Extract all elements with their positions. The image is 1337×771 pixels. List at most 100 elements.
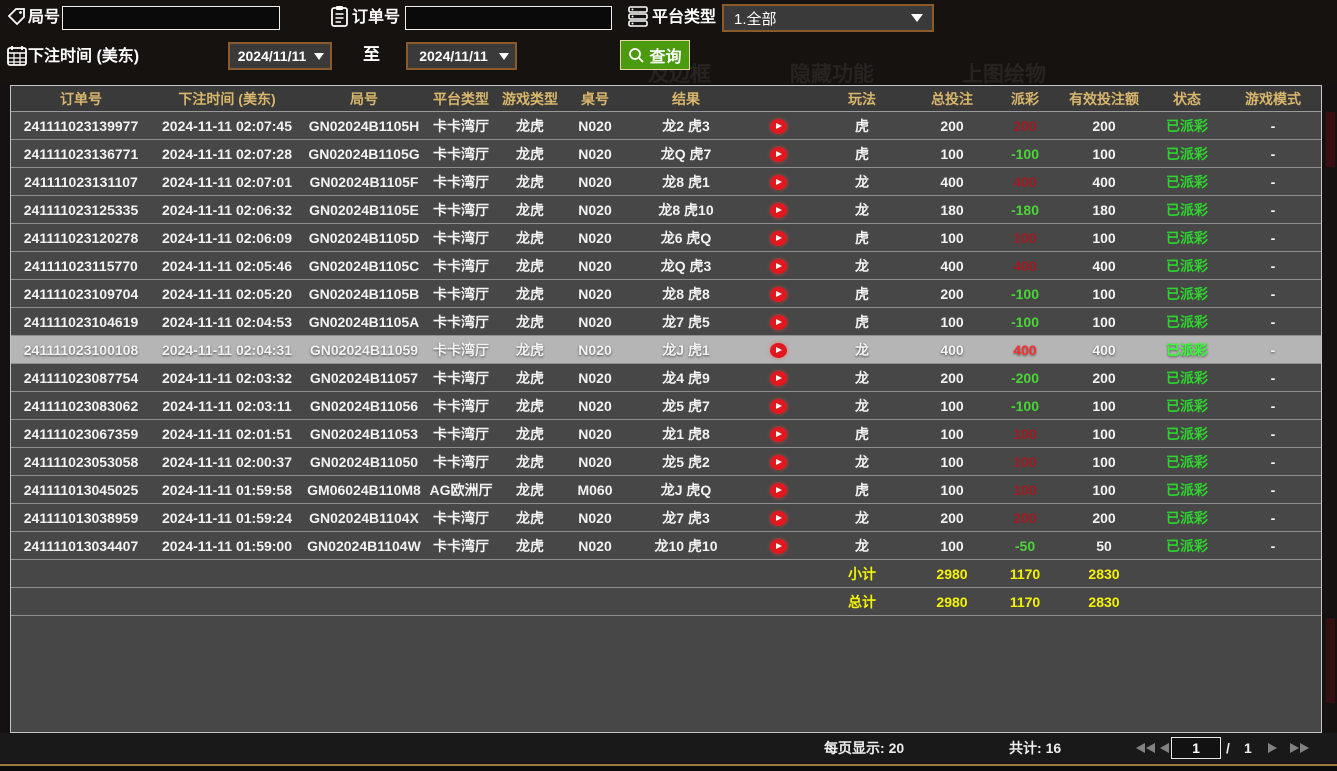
summary-empty-cell [11,588,151,616]
prev-page-button[interactable] [1160,743,1169,753]
replay-play-icon[interactable] [770,147,787,162]
page-number-input[interactable] [1171,737,1221,759]
platform-cell: AG欧洲厅 [425,476,497,504]
play-type-cell: 虎 [811,280,913,308]
table-row[interactable]: 2411110230830622024-11-11 02:03:11GN0202… [11,392,1321,420]
total-bet-cell: 100 [913,140,991,168]
replay-play-icon[interactable] [770,203,787,218]
total-bet-cell: 200 [913,112,991,140]
table-row[interactable]: 2411110130450252024-11-11 01:59:58GM0602… [11,476,1321,504]
table-row[interactable]: 2411110231399772024-11-11 02:07:45GN0202… [11,112,1321,140]
game-type-cell: 龙虎 [497,532,563,560]
total-bet-cell: 100 [913,448,991,476]
replay-play-icon[interactable] [770,371,787,386]
result-cell: 龙5 虎7 [627,392,745,420]
summary-empty-cell [497,560,563,588]
table-row[interactable]: 2411110130344072024-11-11 01:59:00GN0202… [11,532,1321,560]
order-cell: 241111023120278 [11,224,151,252]
platform-cell: 卡卡湾厅 [425,532,497,560]
game-type-cell: 龙虎 [497,308,563,336]
table-no-cell: N020 [563,140,627,168]
play-type-cell: 龙 [811,196,913,224]
summary-empty-cell [497,588,563,616]
platform-cell: 卡卡湾厅 [425,392,497,420]
table-row[interactable]: 2411110231157702024-11-11 02:05:46GN0202… [11,252,1321,280]
bet-time-cell: 2024-11-11 01:59:24 [151,504,303,532]
platform-cell: 卡卡湾厅 [425,168,497,196]
valid-bet-cell: 400 [1059,336,1149,364]
table-row[interactable]: 2411110130389592024-11-11 01:59:24GN0202… [11,504,1321,532]
last-page-button[interactable] [1290,743,1309,753]
records-tbody: 2411110231399772024-11-11 02:07:45GN0202… [11,112,1321,616]
result-cell: 龙1 虎8 [627,420,745,448]
filter-bar: 局号 订单号 平台类型 1.全部 下注时间 (美东) 2024/11/11 至 … [0,0,1337,85]
result-cell: 龙7 虎5 [627,308,745,336]
game-mode-cell: - [1225,196,1321,224]
column-header: 状态 [1149,86,1225,112]
valid-bet-cell: 100 [1059,224,1149,252]
next-page-button[interactable] [1268,743,1277,753]
date-to-picker[interactable]: 2024/11/11 [406,42,517,70]
clipboard-icon [330,5,350,27]
replay-play-icon[interactable] [770,259,787,274]
platform-cell: 卡卡湾厅 [425,224,497,252]
table-no-cell: N020 [563,336,627,364]
play-type-cell: 虎 [811,224,913,252]
summary-payout: 1170 [991,560,1059,588]
ghost-text: 隐藏功能 [790,58,874,88]
game-mode-cell: - [1225,112,1321,140]
replay-play-icon[interactable] [770,399,787,414]
valid-bet-cell: 400 [1059,168,1149,196]
replay-play-icon[interactable] [770,287,787,302]
bet-time-cell: 2024-11-11 02:01:51 [151,420,303,448]
platform-type-select[interactable]: 1.全部 [722,4,934,32]
result-cell: 龙6 虎Q [627,224,745,252]
table-row[interactable]: 2411110231001082024-11-11 02:04:31GN0202… [11,336,1321,364]
order-cell: 241111023109704 [11,280,151,308]
replay-play-icon[interactable] [770,175,787,190]
table-row[interactable]: 2411110230673592024-11-11 02:01:51GN0202… [11,420,1321,448]
payout-cell: 400 [991,168,1059,196]
first-page-button[interactable] [1136,743,1155,753]
game-type-cell: 龙虎 [497,196,563,224]
order-cell: 241111023100108 [11,336,151,364]
replay-play-icon[interactable] [770,427,787,442]
table-row[interactable]: 2411110230877542024-11-11 02:03:32GN0202… [11,364,1321,392]
round-cell: GN02024B1105G [303,140,425,168]
replay-play-icon[interactable] [770,455,787,470]
date-to-value: 2024/11/11 [408,48,499,64]
replay-play-icon[interactable] [770,511,787,526]
replay-play-icon[interactable] [770,343,787,358]
summary-empty-cell [151,560,303,588]
round-no-input[interactable] [62,6,280,30]
table-no-cell: N020 [563,280,627,308]
table-no-cell: N020 [563,252,627,280]
order-no-input[interactable] [405,6,612,30]
total-bet-cell: 200 [913,280,991,308]
table-row[interactable]: 2411110231253352024-11-11 02:06:32GN0202… [11,196,1321,224]
platform-cell: 卡卡湾厅 [425,448,497,476]
round-no-label: 局号 [28,5,60,31]
total-bet-cell: 400 [913,252,991,280]
summary-empty-cell [627,560,745,588]
status-cell: 已派彩 [1149,224,1225,252]
table-row[interactable]: 2411110231202782024-11-11 02:06:09GN0202… [11,224,1321,252]
search-button[interactable]: 查询 [620,40,690,70]
table-row[interactable]: 2411110231046192024-11-11 02:04:53GN0202… [11,308,1321,336]
table-row[interactable]: 2411110231367712024-11-11 02:07:28GN0202… [11,140,1321,168]
table-row[interactable]: 2411110230530582024-11-11 02:00:37GN0202… [11,448,1321,476]
game-type-cell: 龙虎 [497,392,563,420]
total-bet-cell: 400 [913,168,991,196]
replay-play-icon[interactable] [770,539,787,554]
replay-play-icon[interactable] [770,315,787,330]
pagination-bar: 每页显示: 20 共计: 16 / 1 [0,733,1337,763]
table-row[interactable]: 2411110231097042024-11-11 02:05:20GN0202… [11,280,1321,308]
replay-play-icon[interactable] [770,231,787,246]
replay-play-icon[interactable] [770,483,787,498]
date-from-picker[interactable]: 2024/11/11 [228,42,332,70]
platform-cell: 卡卡湾厅 [425,280,497,308]
replay-play-icon[interactable] [770,119,787,134]
replay-cell [745,112,811,140]
order-cell: 241111013038959 [11,504,151,532]
table-row[interactable]: 2411110231311072024-11-11 02:07:01GN0202… [11,168,1321,196]
